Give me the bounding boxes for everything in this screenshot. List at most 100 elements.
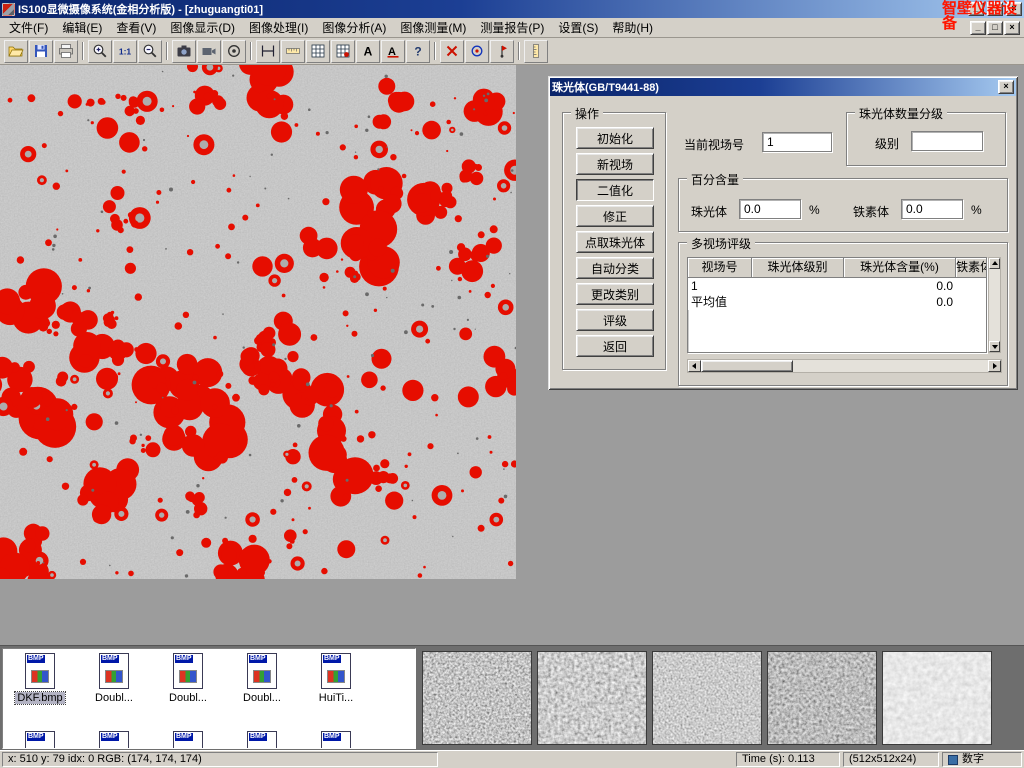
mdi-minimize-button[interactable]: _ <box>970 21 986 35</box>
bmp-file-icon: BMP <box>321 731 351 749</box>
pin-icon[interactable] <box>490 40 514 63</box>
cut-icon[interactable] <box>440 40 464 63</box>
close-button[interactable]: × <box>1006 2 1022 16</box>
maximize-button[interactable]: □ <box>987 2 1003 16</box>
file-item[interactable]: BMP <box>225 727 299 749</box>
table-row[interactable]: 10.0 <box>688 278 987 294</box>
bmp-file-icon: BMP <box>321 653 351 689</box>
file-item[interactable]: BMP <box>3 727 77 749</box>
minimize-button[interactable]: _ <box>968 2 984 16</box>
mdi-restore-button[interactable]: □ <box>987 21 1003 35</box>
bmp-flag: BMP <box>175 733 193 741</box>
target-icon[interactable] <box>465 40 489 63</box>
operation-button[interactable]: 更改类别 <box>576 283 654 305</box>
operation-button[interactable]: 评级 <box>576 309 654 331</box>
menu-item[interactable]: 设置(S) <box>551 17 605 38</box>
scroll-down-icon[interactable] <box>989 341 1000 352</box>
ferrite-input[interactable]: 0.0 <box>901 199 963 219</box>
table-cell <box>956 278 987 294</box>
application-window: IS100显微摄像系统(金相分析版) - [zhuguangti01] _ □ … <box>0 0 1024 768</box>
operation-button[interactable]: 二值化 <box>576 179 654 201</box>
table-cell <box>956 294 987 310</box>
bmp-flag: BMP <box>249 733 267 741</box>
scroll-up-icon[interactable] <box>989 258 1000 269</box>
file-item[interactable]: BMPDKF.bmp <box>3 649 77 727</box>
menu-item[interactable]: 图像处理(I) <box>242 17 315 38</box>
operation-button[interactable]: 新视场 <box>576 153 654 175</box>
bmp-art <box>327 670 345 683</box>
menu-item[interactable]: 帮助(H) <box>605 17 660 38</box>
scrollbar-thumb[interactable] <box>701 360 793 372</box>
capture-icon[interactable] <box>172 40 196 63</box>
operation-button[interactable]: 自动分类 <box>576 257 654 279</box>
bmp-flag: BMP <box>27 733 45 741</box>
mode-label: 数字 <box>962 753 984 766</box>
dialog-title-bar[interactable]: 珠光体(GB/T9441-88) × <box>550 78 1016 96</box>
table-header-cell: 铁素体含量(%) <box>956 258 987 278</box>
scroll-left-icon[interactable] <box>688 360 701 372</box>
menu-item[interactable]: 图像分析(A) <box>315 17 393 38</box>
bmp-flag: BMP <box>175 655 193 663</box>
pearlite-input[interactable]: 0.0 <box>739 199 801 219</box>
font-edit-icon[interactable]: A <box>381 40 405 63</box>
mdi-close-button[interactable]: × <box>1004 21 1020 35</box>
menu-item[interactable]: 编辑(E) <box>55 17 109 38</box>
zoom-in-icon[interactable] <box>88 40 112 63</box>
operation-button[interactable]: 初始化 <box>576 127 654 149</box>
file-name: Doubl... <box>167 692 209 704</box>
bottom-panel: BMPDKF.bmpBMPDoubl...BMPDoubl...BMPDoubl… <box>0 645 1024 750</box>
camera-icon[interactable] <box>197 40 221 63</box>
menu-item[interactable]: 查看(V) <box>109 17 163 38</box>
actual-size-icon[interactable]: 1:1 <box>113 40 137 63</box>
multifield-table: 视场号珠光体级别珠光体含量(%)铁素体含量(%) 10.0平均值0.0 <box>687 257 987 353</box>
zoom-out-icon[interactable] <box>138 40 162 63</box>
dialog-close-button[interactable]: × <box>998 80 1014 94</box>
menu-item[interactable]: 测量报告(P) <box>473 17 551 38</box>
operation-button[interactable]: 修正 <box>576 205 654 227</box>
print-icon[interactable] <box>54 40 78 63</box>
svg-text:A: A <box>364 45 373 59</box>
menu-items: 文件(F)编辑(E)查看(V)图像显示(D)图像处理(I)图像分析(A)图像测量… <box>2 17 660 38</box>
toolbar-separator <box>82 42 84 60</box>
file-item[interactable]: BMPDoubl... <box>77 649 151 727</box>
grid-icon[interactable] <box>306 40 330 63</box>
menu-item[interactable]: 图像显示(D) <box>163 17 242 38</box>
file-item[interactable]: BMP <box>151 727 225 749</box>
caliper-icon[interactable] <box>256 40 280 63</box>
open-icon[interactable] <box>4 40 28 63</box>
thumbnail[interactable] <box>652 651 762 745</box>
current-field-input[interactable]: 1 <box>762 132 832 152</box>
ruler-h-icon[interactable] <box>281 40 305 63</box>
thumbnail[interactable] <box>537 651 647 745</box>
ruler-v-icon[interactable] <box>524 40 548 63</box>
title-bar: IS100显微摄像系统(金相分析版) - [zhuguangti01] _ □ … <box>0 0 1024 18</box>
bmp-art <box>253 670 271 683</box>
aperture-icon[interactable] <box>222 40 246 63</box>
file-item[interactable]: BMP <box>299 727 373 749</box>
font-icon[interactable]: A <box>356 40 380 63</box>
save-icon[interactable] <box>29 40 53 63</box>
thumbnail[interactable] <box>767 651 877 745</box>
menu-item[interactable]: 文件(F) <box>2 17 55 38</box>
menu-item[interactable]: 图像测量(M) <box>393 17 473 38</box>
file-item[interactable]: BMPDoubl... <box>225 649 299 727</box>
help-icon[interactable]: ? <box>406 40 430 63</box>
svg-text:?: ? <box>414 45 421 59</box>
operation-button[interactable]: 点取珠光体 <box>576 231 654 253</box>
scroll-right-icon[interactable] <box>988 360 1001 372</box>
grid-pin-icon[interactable] <box>331 40 355 63</box>
bmp-file-icon: BMP <box>99 653 129 689</box>
grade-label: 级别 <box>875 135 899 152</box>
file-item[interactable]: BMP Doubl... <box>151 649 225 727</box>
thumbnail[interactable] <box>422 651 532 745</box>
microscopy-image[interactable] <box>0 65 516 579</box>
bmp-flag: BMP <box>323 733 341 741</box>
grade-input[interactable] <box>911 131 983 151</box>
file-item[interactable]: BMP <box>77 727 151 749</box>
file-item[interactable]: BMPHuiTi... <box>299 649 373 727</box>
table-row[interactable]: 平均值0.0 <box>688 294 987 310</box>
thumbnail[interactable] <box>882 651 992 745</box>
table-vertical-scrollbar[interactable] <box>988 257 1001 353</box>
table-horizontal-scrollbar[interactable] <box>687 359 1002 373</box>
operation-button[interactable]: 返回 <box>576 335 654 357</box>
